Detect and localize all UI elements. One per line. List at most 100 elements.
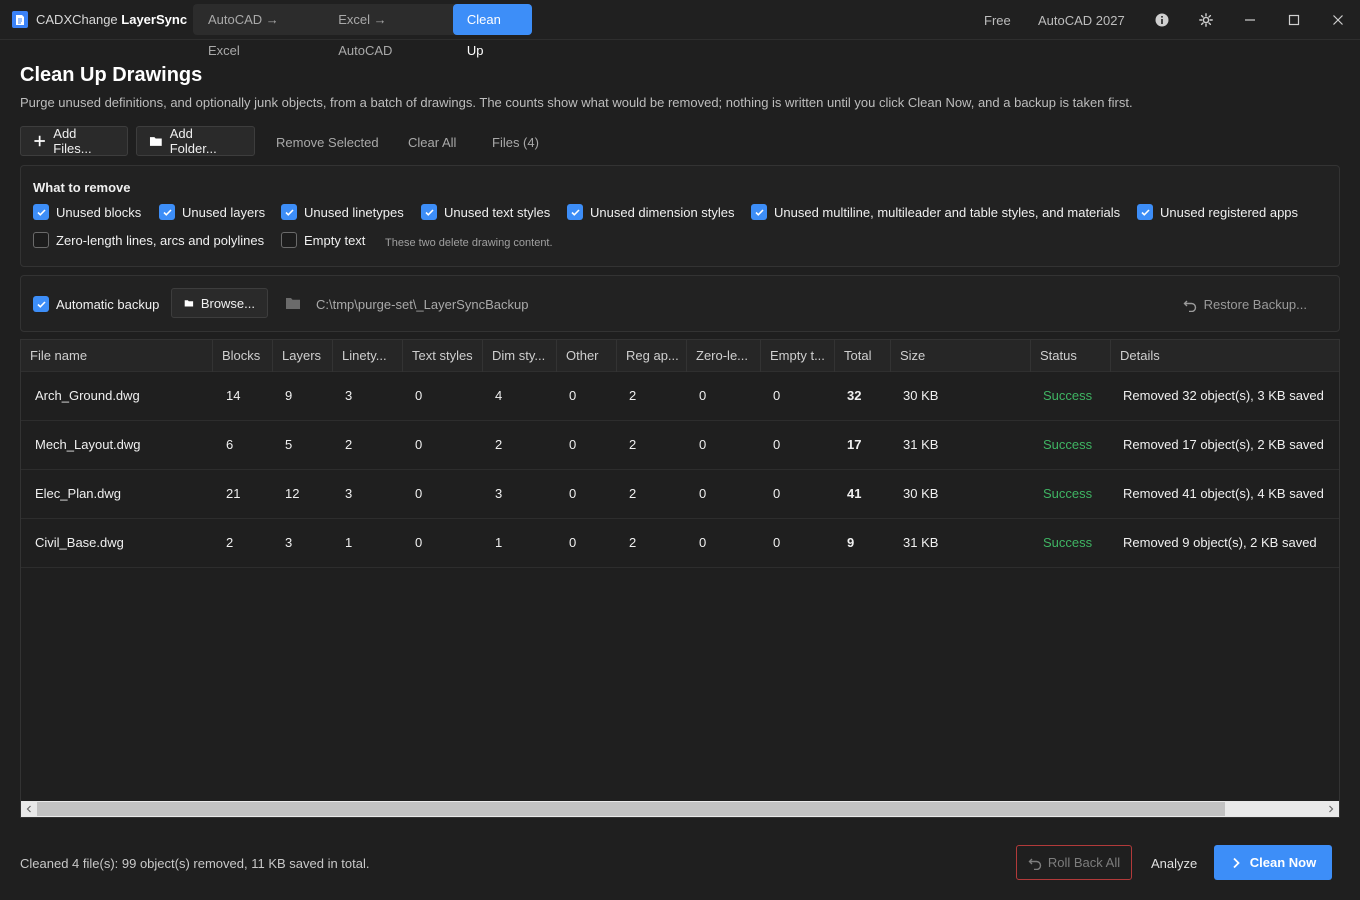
tab-clean-up[interactable]: Clean Up	[452, 4, 532, 58]
option-empty-text[interactable]: Empty text	[281, 232, 365, 248]
cell-details: Removed 9 object(s), 2 KB saved	[1123, 535, 1317, 550]
column-header-empty-text[interactable]: Empty t...	[761, 340, 835, 372]
undo-icon	[1028, 858, 1042, 870]
checkbox-checked-icon[interactable]	[33, 296, 49, 312]
mode-tabs: AutoCAD → Excel Excel → AutoCAD Clean Up	[193, 4, 532, 58]
checkbox-checked-icon[interactable]	[751, 204, 767, 220]
page-subtitle: Purge unused definitions, and optionally…	[20, 95, 1133, 110]
horizontal-scrollbar[interactable]	[21, 801, 1339, 817]
column-header-text-styles[interactable]: Text styles	[403, 340, 483, 372]
tab-excel-to-autocad[interactable]: Excel → AutoCAD	[323, 4, 453, 58]
option-unused-multiline-styles[interactable]: Unused multiline, multileader and table …	[751, 204, 1120, 220]
chevron-right-icon[interactable]	[1326, 804, 1336, 814]
clear-all-button[interactable]: Clear All	[408, 135, 456, 150]
close-icon[interactable]	[1328, 10, 1348, 30]
clean-now-button[interactable]: Clean Now	[1214, 845, 1332, 880]
cell-file-name: Mech_Layout.dwg	[35, 437, 141, 452]
cell-dim-styles: 3	[495, 486, 503, 501]
cell-linetypes: 2	[345, 437, 353, 452]
cell-blocks: 21	[226, 486, 241, 501]
autocad-version-label[interactable]: AutoCAD 2027	[1038, 13, 1125, 28]
cell-total: 41	[847, 486, 862, 501]
tab-autocad-to-excel[interactable]: AutoCAD → Excel	[193, 4, 323, 58]
roll-back-all-button[interactable]: Roll Back All	[1016, 845, 1132, 880]
option-label: Unused blocks	[56, 204, 142, 220]
checkbox-checked-icon[interactable]	[159, 204, 175, 220]
table-row[interactable]: Mech_Layout.dwg 6 5 2 0 2 0 2 0 0 17 31 …	[21, 421, 1339, 470]
browse-backup-button[interactable]: Browse...	[171, 288, 268, 318]
roll-back-label: Roll Back All	[1047, 855, 1121, 870]
cell-text-styles: 0	[415, 535, 423, 550]
cell-empty-text: 0	[773, 486, 781, 501]
option-zero-length-geometry[interactable]: Zero-length lines, arcs and polylines	[33, 232, 264, 248]
column-header-dim-styles[interactable]: Dim sty...	[483, 340, 557, 372]
checkbox-checked-icon[interactable]	[421, 204, 437, 220]
option-unused-linetypes[interactable]: Unused linetypes	[281, 204, 404, 220]
cell-other: 0	[569, 535, 577, 550]
checkbox-checked-icon[interactable]	[281, 204, 297, 220]
column-header-layers[interactable]: Layers	[273, 340, 333, 372]
cell-zero-length: 0	[699, 535, 707, 550]
cell-reg-apps: 2	[629, 388, 637, 403]
checkbox-checked-icon[interactable]	[567, 204, 583, 220]
app-logo-icon	[12, 11, 28, 28]
restore-backup-label: Restore Backup...	[1203, 297, 1307, 312]
chevron-left-icon[interactable]	[24, 804, 34, 814]
checkbox-checked-icon[interactable]	[1137, 204, 1153, 220]
cell-linetypes: 3	[345, 388, 353, 403]
scrollbar-thumb[interactable]	[37, 802, 1225, 816]
cell-file-name: Elec_Plan.dwg	[35, 486, 121, 501]
restore-backup-button[interactable]: Restore Backup...	[1183, 297, 1307, 312]
automatic-backup-checkbox[interactable]: Automatic backup	[33, 296, 159, 312]
backup-path: C:\tmp\purge-set\_LayerSyncBackup	[316, 297, 529, 312]
option-unused-blocks[interactable]: Unused blocks	[33, 204, 141, 220]
license-label[interactable]: Free	[984, 13, 1011, 28]
column-header-zero-length[interactable]: Zero-le...	[687, 340, 761, 372]
option-label: Unused registered apps	[1160, 204, 1299, 220]
analyze-button[interactable]: Analyze	[1151, 856, 1197, 871]
maximize-icon[interactable]	[1284, 10, 1304, 30]
table-row[interactable]: Arch_Ground.dwg 14 9 3 0 4 0 2 0 0 32 30…	[21, 372, 1339, 421]
column-header-file-name[interactable]: File name	[21, 340, 213, 372]
cell-total: 9	[847, 535, 855, 550]
option-label: Unused linetypes	[304, 204, 404, 220]
theme-toggle-icon[interactable]	[1196, 10, 1216, 30]
info-icon[interactable]	[1152, 10, 1172, 30]
results-table: File name Blocks Layers Linety... Text s…	[20, 339, 1340, 818]
option-label: Unused multiline, multileader and table …	[774, 204, 1121, 220]
cell-other: 0	[569, 437, 577, 452]
column-header-total[interactable]: Total	[835, 340, 891, 372]
table-row[interactable]: Civil_Base.dwg 2 3 1 0 1 0 2 0 0 9 31 KB…	[21, 519, 1339, 568]
option-unused-text-styles[interactable]: Unused text styles	[421, 204, 550, 220]
checkbox-checked-icon[interactable]	[33, 204, 49, 220]
checkbox-unchecked-icon[interactable]	[281, 232, 297, 248]
option-label: Unused layers	[182, 204, 266, 220]
column-header-linetypes[interactable]: Linety...	[333, 340, 403, 372]
options-heading: What to remove	[33, 180, 131, 195]
column-header-other[interactable]: Other	[557, 340, 617, 372]
column-header-details[interactable]: Details	[1111, 340, 1339, 372]
cell-layers: 3	[285, 535, 293, 550]
column-header-status[interactable]: Status	[1031, 340, 1111, 372]
option-label: Empty text	[304, 232, 366, 248]
destructive-options-hint: These two delete drawing content.	[385, 237, 553, 249]
checkbox-unchecked-icon[interactable]	[33, 232, 49, 248]
option-unused-layers[interactable]: Unused layers	[159, 204, 265, 220]
table-row[interactable]: Elec_Plan.dwg 21 12 3 0 3 0 2 0 0 41 30 …	[21, 470, 1339, 519]
add-files-button[interactable]: Add Files...	[20, 126, 128, 156]
remove-selected-button[interactable]: Remove Selected	[276, 135, 379, 150]
minimize-icon[interactable]	[1240, 10, 1260, 30]
column-header-reg-apps[interactable]: Reg ap...	[617, 340, 687, 372]
column-header-blocks[interactable]: Blocks	[213, 340, 273, 372]
cell-linetypes: 1	[345, 535, 353, 550]
cell-size: 30 KB	[903, 388, 939, 403]
cell-blocks: 2	[226, 535, 234, 550]
backup-panel: Automatic backup Browse... C:\tmp\purge-…	[20, 275, 1340, 332]
column-header-size[interactable]: Size	[891, 340, 1031, 372]
option-unused-dimension-styles[interactable]: Unused dimension styles	[567, 204, 735, 220]
option-unused-registered-apps[interactable]: Unused registered apps	[1137, 204, 1298, 220]
cell-layers: 9	[285, 388, 293, 403]
add-folder-button[interactable]: Add Folder...	[136, 126, 255, 156]
cell-blocks: 14	[226, 388, 241, 403]
cell-file-name: Arch_Ground.dwg	[35, 388, 140, 403]
